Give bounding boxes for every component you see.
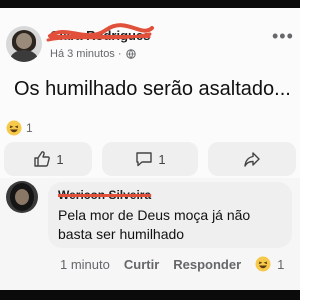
- comment-section: Wericon Silveira Pela mor de Deus moça j…: [0, 178, 300, 290]
- haha-emoji-icon: [255, 256, 271, 272]
- comment-reaction-count[interactable]: 1: [277, 257, 284, 272]
- post-text: Os humilhado serão asaltado...: [14, 78, 291, 100]
- post-author-name[interactable]: Clara Rodrigues: [50, 28, 150, 43]
- haha-emoji-icon: [6, 120, 22, 136]
- commenter-avatar[interactable]: [6, 181, 38, 213]
- avatar-face: [16, 33, 32, 49]
- globe-icon: [125, 49, 136, 59]
- share-button[interactable]: [208, 142, 296, 176]
- author-avatar[interactable]: [6, 26, 42, 62]
- post-time[interactable]: Há 3 minutos ·: [50, 48, 122, 60]
- commenter-name[interactable]: Wericon Silveira: [58, 188, 151, 202]
- more-options-icon[interactable]: •••: [272, 26, 294, 47]
- thumbs-up-icon: [34, 151, 51, 167]
- comment-like-button[interactable]: Curtir: [124, 257, 159, 272]
- comment-icon: [136, 152, 153, 167]
- top-frame-bar: [0, 0, 300, 8]
- comment-button[interactable]: 1: [102, 142, 198, 176]
- post-reactions[interactable]: 1: [6, 120, 33, 136]
- share-icon: [244, 152, 260, 167]
- avatar-face: [15, 189, 29, 205]
- comment-count: 1: [158, 151, 166, 167]
- post-card: Clara Rodrigues Há 3 minutos · ••• Os hu…: [0, 8, 300, 178]
- like-button[interactable]: 1: [4, 142, 92, 176]
- post-reaction-count: 1: [26, 121, 33, 135]
- comment-actions: 1 minuto Curtir Responder 1: [60, 256, 284, 272]
- bottom-frame-bar: [0, 290, 300, 300]
- comment-bubble: Wericon Silveira Pela mor de Deus moça j…: [48, 182, 292, 248]
- comment-reply-button[interactable]: Responder: [173, 257, 241, 272]
- post-meta: Há 3 minutos ·: [50, 48, 136, 60]
- like-count: 1: [56, 151, 64, 167]
- avatar-shoulders: [10, 50, 38, 62]
- comment-time[interactable]: 1 minuto: [60, 257, 110, 272]
- comment-text: Pela mor de Deus moça já não basta ser h…: [58, 207, 251, 242]
